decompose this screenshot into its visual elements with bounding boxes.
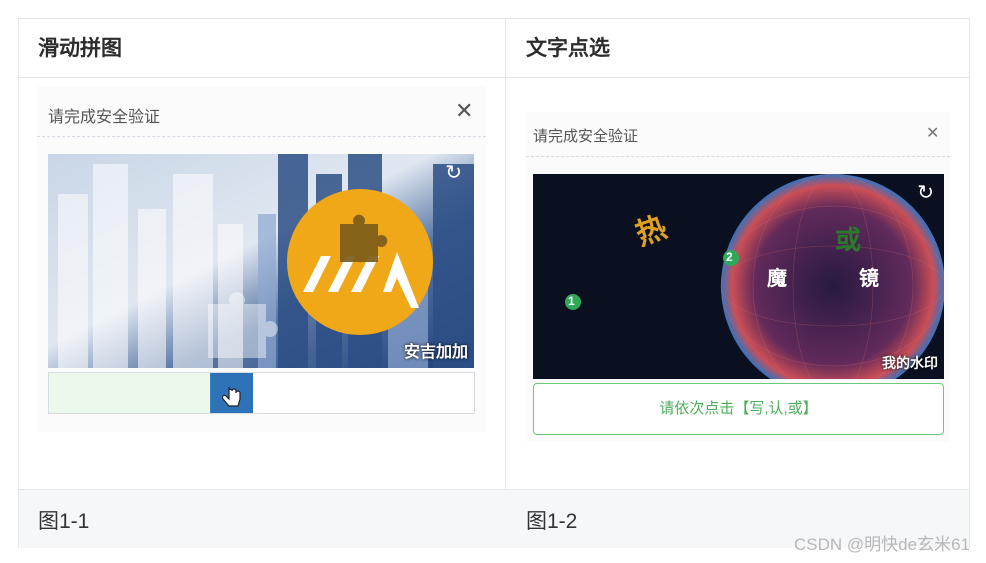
close-icon[interactable]: ✕ — [455, 98, 473, 124]
header-slide-puzzle: 滑动拼图 — [38, 37, 122, 60]
caption-fig-1-2: 图1-2 — [526, 510, 578, 533]
page-watermark: CSDN @明快de玄米61 — [794, 535, 970, 554]
slider-track[interactable] — [48, 372, 475, 414]
slide-captcha-title: 请完成安全验证 — [48, 109, 161, 126]
slider-handle[interactable] — [211, 373, 253, 413]
header-divider — [19, 77, 969, 78]
captcha-char[interactable]: 魔 — [767, 262, 787, 291]
click-captcha-image: 热 魔 镜 或 1 2 ↻ 我的水印 — [533, 174, 944, 379]
captcha-char[interactable]: 或 — [835, 220, 861, 257]
image-watermark: 我的水印 — [882, 355, 938, 371]
close-icon[interactable]: ✕ — [926, 123, 939, 143]
click-marker: 2 — [726, 250, 733, 264]
click-captcha-title: 请完成安全验证 — [533, 128, 639, 145]
image-watermark: 安吉加加 — [403, 344, 468, 361]
refresh-icon[interactable]: ↻ — [445, 160, 462, 185]
captcha-char[interactable]: 镜 — [859, 262, 879, 291]
header-text-click: 文字点选 — [526, 37, 610, 60]
hand-cursor-icon — [221, 387, 241, 407]
column-divider — [505, 19, 506, 547]
caption-fig-1-1: 图1-1 — [38, 510, 90, 533]
caption-divider — [19, 489, 969, 490]
slider-progress-fill — [49, 373, 211, 413]
click-instruction-bar[interactable]: 请依次点击【写,认,或】 — [533, 383, 944, 435]
refresh-icon[interactable]: ↻ — [917, 180, 934, 205]
puzzle-background-image: ↻ 安吉加加 — [48, 154, 474, 368]
title-separator — [526, 156, 950, 157]
click-marker: 1 — [568, 294, 575, 308]
title-separator — [37, 136, 486, 137]
